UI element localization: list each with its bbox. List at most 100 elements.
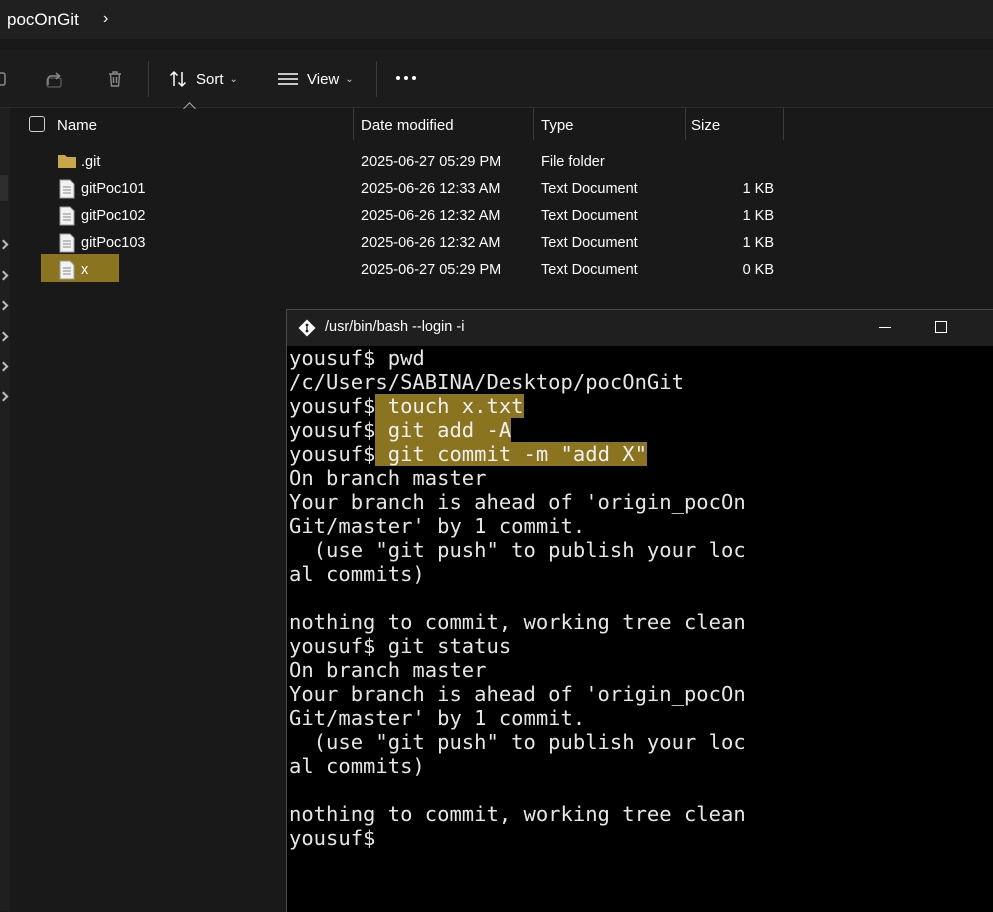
chevron-down-icon: ⌄ — [229, 73, 238, 85]
terminal-output-text: /c/Users/SABINA/Desktop/pocOnGit — [289, 370, 684, 394]
explorer-title-bar: pocOnGit › — [0, 0, 993, 39]
sort-button[interactable]: Sort ⌄ — [168, 67, 238, 91]
terminal-line: nothing to commit, working tree clean — [289, 610, 989, 634]
terminal-line: yousuf$ — [289, 826, 989, 850]
nav-expand-icon[interactable] — [0, 300, 9, 311]
nav-expand-icon[interactable] — [0, 361, 9, 372]
view-icon — [278, 73, 298, 85]
terminal-prompt: yousuf$ — [289, 346, 376, 370]
file-row[interactable]: x 2025-06-27 05:29 PM Text Document 0 KB — [0, 257, 800, 284]
toolbar-divider — [148, 61, 149, 97]
terminal-line: yousuf$ git add -A — [289, 418, 989, 442]
terminal-line: yousuf$ touch x.txt — [289, 394, 989, 418]
terminal-line: yousuf$ pwd — [289, 346, 989, 370]
column-header-date[interactable]: Date modified — [361, 117, 454, 134]
file-date: 2025-06-27 05:29 PM — [361, 154, 502, 170]
file-name: .git — [81, 154, 101, 170]
terminal-line: al commits) — [289, 754, 989, 778]
terminal-prompt: yousuf$ — [289, 826, 376, 850]
sort-label: Sort — [196, 70, 224, 88]
file-row[interactable]: gitPoc102 2025-06-26 12:32 AM Text Documen… — [0, 203, 800, 230]
terminal-line: On branch master — [289, 466, 989, 490]
breadcrumb-folder[interactable]: pocOnGit — [7, 10, 79, 30]
terminal-command: git add -A — [375, 418, 512, 442]
view-button[interactable]: View ⌄ — [277, 67, 354, 91]
file-row[interactable]: gitPoc101 2025-06-26 12:33 AM Text Documen… — [0, 176, 800, 203]
file-type: Text Document — [541, 181, 638, 197]
column-header-size[interactable]: Size — [691, 117, 720, 134]
share-icon[interactable] — [45, 69, 65, 89]
maximize-icon[interactable] — [935, 321, 947, 333]
terminal-window[interactable]: /usr/bin/bash --login -i yousuf$ pwd/c/U… — [286, 309, 993, 912]
terminal-line: nothing to commit, working tree clean — [289, 802, 989, 826]
folder-icon — [58, 155, 76, 168]
column-header-type[interactable]: Type — [541, 117, 574, 134]
text-file-icon — [59, 206, 75, 226]
view-label: View — [307, 70, 340, 88]
sort-icon — [169, 70, 187, 88]
file-type: Text Document — [541, 262, 638, 278]
terminal-line: yousuf$ git commit -m "add X" — [289, 442, 989, 466]
terminal-output[interactable]: yousuf$ pwd/c/Users/SABINA/Desktop/pocOn… — [289, 346, 989, 850]
terminal-command: touch x.txt — [375, 394, 524, 418]
terminal-command: git status — [375, 634, 512, 658]
terminal-output-text: Your branch is ahead of 'origin_pocOn — [289, 682, 746, 706]
terminal-title-bar[interactable]: /usr/bin/bash --login -i — [287, 310, 993, 346]
column-header-name[interactable]: Name — [57, 117, 97, 134]
chevron-down-icon: ⌄ — [345, 73, 354, 85]
file-size: 1 KB — [742, 208, 774, 224]
column-header-row: Name Date modified Type Size — [10, 108, 993, 143]
delete-icon[interactable] — [105, 69, 125, 89]
terminal-line: (use "git push" to publish your loc — [289, 730, 989, 754]
toolbar-divider — [376, 61, 377, 97]
column-divider[interactable] — [533, 108, 534, 140]
text-file-icon — [59, 179, 75, 199]
terminal-prompt: yousuf$ — [289, 418, 376, 442]
text-file-icon — [59, 233, 75, 253]
terminal-line: yousuf$ git status — [289, 634, 989, 658]
column-divider[interactable] — [353, 108, 354, 140]
file-name: x — [81, 262, 89, 278]
file-size: 0 KB — [742, 262, 774, 278]
file-date: 2025-06-26 12:32 AM — [361, 208, 501, 224]
terminal-command: git commit -m "add X" — [375, 442, 647, 466]
file-type: File folder — [541, 154, 605, 170]
more-options-icon[interactable] — [396, 76, 416, 80]
terminal-output-text: Your branch is ahead of 'origin_pocOn — [289, 490, 746, 514]
file-row[interactable]: .git 2025-06-27 05:29 PM File folder — [0, 149, 800, 176]
nav-expand-icon[interactable] — [0, 331, 9, 342]
file-row[interactable]: gitPoc103 2025-06-26 12:32 AM Text Documen… — [0, 230, 800, 257]
file-date: 2025-06-27 05:29 PM — [361, 262, 502, 278]
nav-expand-icon[interactable] — [0, 391, 9, 402]
terminal-line: Git/master' by 1 commit. — [289, 514, 989, 538]
file-size: 1 KB — [742, 181, 774, 197]
terminal-line: Your branch is ahead of 'origin_pocOn — [289, 490, 989, 514]
chevron-right-icon[interactable]: › — [103, 10, 108, 28]
terminal-output-text: (use "git push" to publish your loc — [289, 730, 746, 754]
file-name: gitPoc101 — [81, 181, 146, 197]
column-divider[interactable] — [685, 108, 686, 140]
terminal-prompt: yousuf$ — [289, 394, 376, 418]
column-divider[interactable] — [783, 108, 784, 140]
file-type: Text Document — [541, 235, 638, 251]
terminal-output-text: On branch master — [289, 466, 487, 490]
terminal-output-text: nothing to commit, working tree clean — [289, 610, 746, 634]
terminal-prompt: yousuf$ — [289, 442, 376, 466]
minimize-icon[interactable] — [879, 327, 891, 328]
terminal-output-text: al commits) — [289, 754, 425, 778]
terminal-title: /usr/bin/bash --login -i — [325, 319, 465, 335]
terminal-output-text: Git/master' by 1 commit. — [289, 514, 586, 538]
file-name: gitPoc103 — [81, 235, 146, 251]
rename-icon[interactable] — [0, 69, 8, 89]
terminal-line: /c/Users/SABINA/Desktop/pocOnGit — [289, 370, 989, 394]
file-date: 2025-06-26 12:33 AM — [361, 181, 501, 197]
terminal-output-text: Git/master' by 1 commit. — [289, 706, 586, 730]
terminal-line: (use "git push" to publish your loc — [289, 538, 989, 562]
file-name: gitPoc102 — [81, 208, 146, 224]
explorer-toolbar: Sort ⌄ View ⌄ — [0, 49, 993, 108]
git-bash-icon — [298, 319, 316, 337]
terminal-output-text: al commits) — [289, 562, 425, 586]
file-size: 1 KB — [742, 235, 774, 251]
